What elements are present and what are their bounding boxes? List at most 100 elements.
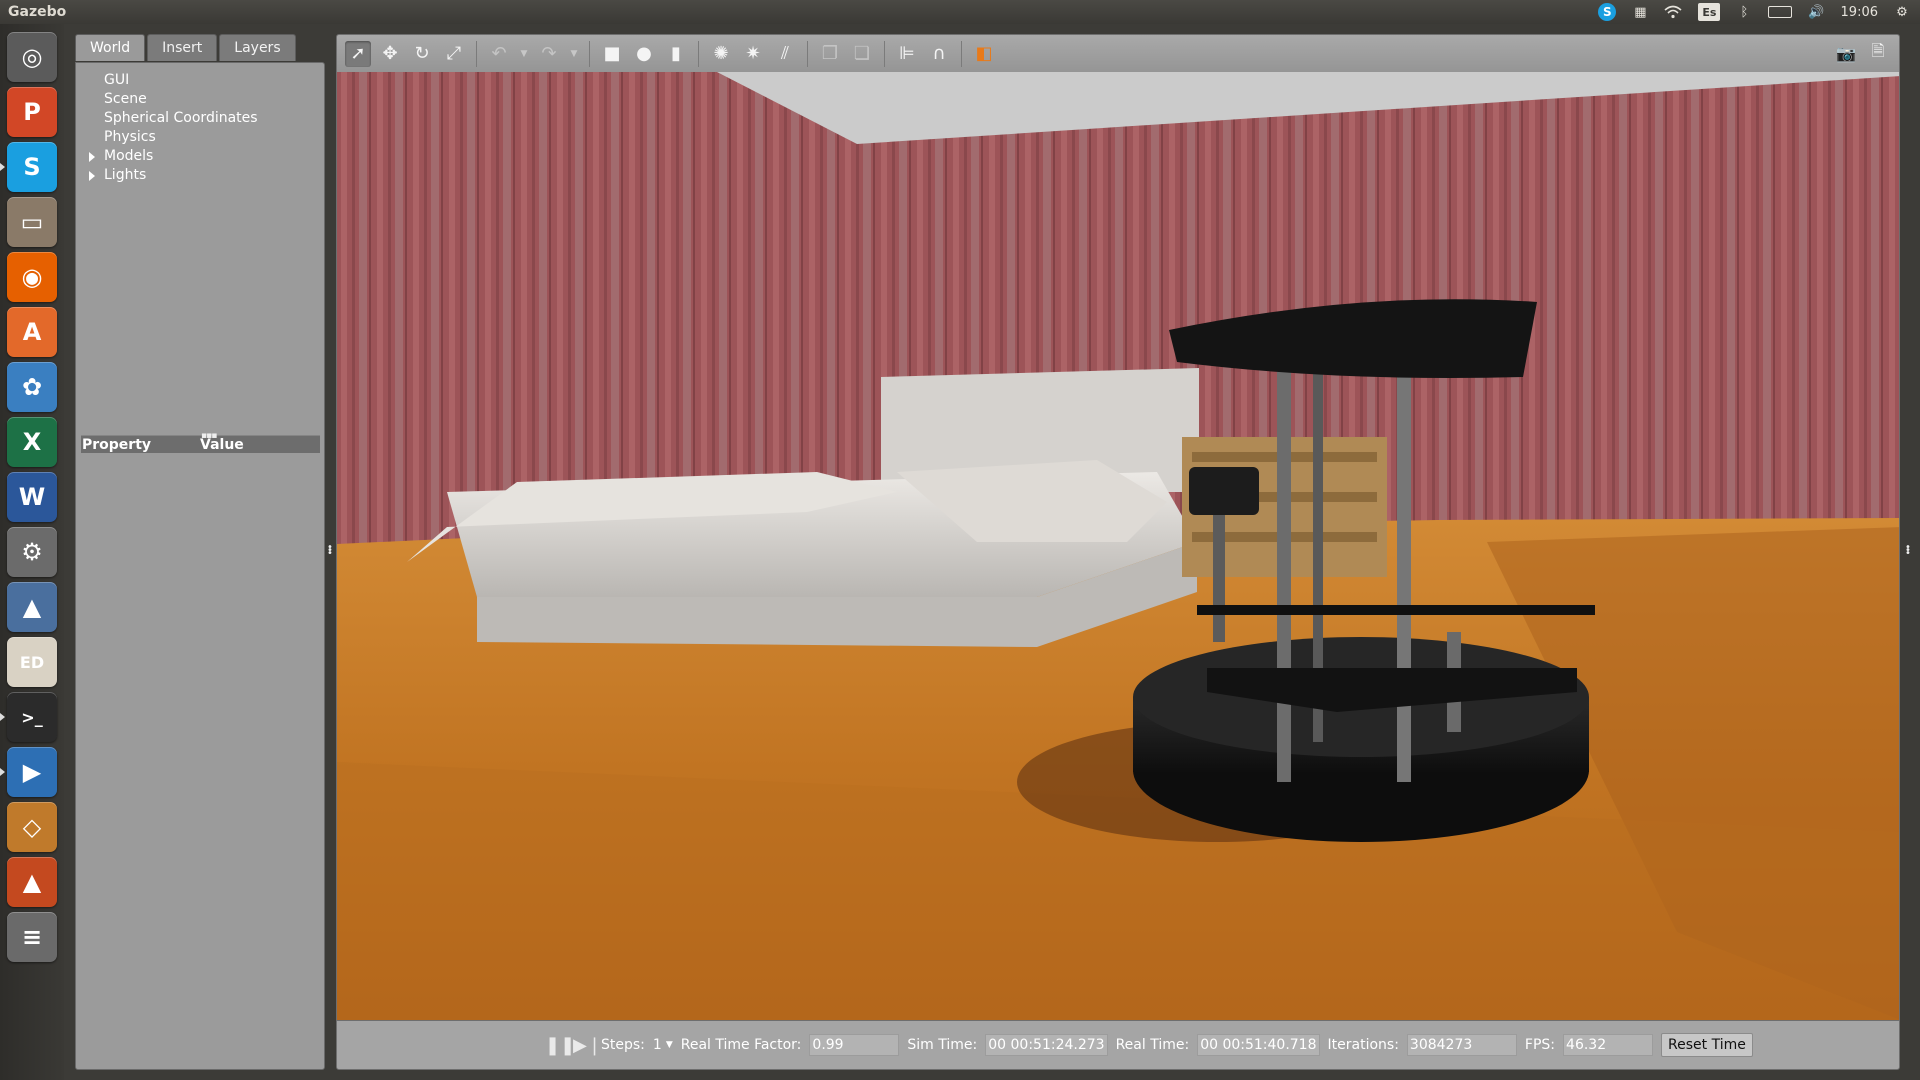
tree-item-label: Lights <box>104 167 147 183</box>
toolbar-separator <box>884 40 885 67</box>
skype-icon[interactable]: S <box>1598 3 1617 21</box>
sphere-shape-icon[interactable]: ● <box>631 41 657 67</box>
translate-mode-icon[interactable]: ✥ <box>377 41 403 67</box>
iterations-value: 3084273 <box>1406 1034 1517 1056</box>
top-panel: Gazebo S ▦ Es ᛒ 🔊 19:06 ⚙ <box>0 0 1920 24</box>
property-table-header: Property ▪▪▪ Value <box>81 431 320 453</box>
snap-icon[interactable]: ∩ <box>926 41 952 67</box>
fps-label: FPS: <box>1524 1037 1556 1053</box>
left-splitter-handle[interactable]: • • • <box>327 543 333 559</box>
tree-item-physics[interactable]: Physics <box>84 128 316 147</box>
excel-icon[interactable]: X <box>7 417 57 467</box>
tree-item-models[interactable]: Models <box>84 147 316 166</box>
property-column-header[interactable]: Property <box>81 437 200 453</box>
right-splitter-handle[interactable]: • • • <box>1905 543 1911 559</box>
toolbar-separator <box>698 40 699 67</box>
panel-tabs: World Insert Layers <box>75 34 325 62</box>
copy-icon[interactable]: ❐ <box>817 41 843 67</box>
terminal-icon[interactable]: >_ <box>0 692 57 742</box>
stacked-apps-icon[interactable]: ≡ <box>7 912 57 962</box>
tree-item-gui[interactable]: GUI <box>84 71 316 90</box>
undo-history-icon[interactable]: ▼ <box>518 41 530 67</box>
redo-icon[interactable]: ↷ <box>536 41 562 67</box>
bluetooth-icon[interactable]: ᛒ <box>1736 3 1752 21</box>
step-icon[interactable]: ▶❘ <box>573 1035 602 1056</box>
toolbar-separator <box>589 40 590 67</box>
app-title: Gazebo <box>8 4 67 20</box>
tab-world[interactable]: World <box>75 34 146 61</box>
workspaces-icon[interactable]: ▦ <box>1632 3 1648 21</box>
clock[interactable]: 19:06 <box>1841 3 1878 21</box>
pause-icon[interactable]: ❚❚ <box>545 1035 575 1056</box>
ubuntu-dash-icon[interactable]: ◎ <box>7 32 57 82</box>
steps-spinbox[interactable]: 1 ▼ <box>653 1037 673 1053</box>
iterations-label: Iterations: <box>1327 1037 1399 1053</box>
files-icon[interactable]: ▭ <box>7 197 57 247</box>
select-mode-icon[interactable]: ➚ <box>345 40 371 67</box>
expand-arrow-icon[interactable] <box>89 171 95 181</box>
tree-item-scene[interactable]: Scene <box>84 90 316 109</box>
reset-time-button[interactable]: Reset Time <box>1661 1033 1753 1057</box>
cylinder-shape-icon[interactable]: ▮ <box>663 41 689 67</box>
powerpoint-icon[interactable]: P <box>7 87 57 137</box>
fps-value: 46.32 <box>1563 1034 1654 1056</box>
keyboard-layout-indicator[interactable]: Es <box>1698 3 1721 21</box>
left-panel: World Insert Layers GUI Scene Spherical … <box>75 34 325 1070</box>
volume-icon[interactable]: 🔊 <box>1808 3 1824 21</box>
point-light-icon[interactable]: ✺ <box>708 41 734 67</box>
3d-viewport[interactable] <box>336 72 1900 1020</box>
rtf-value: 0.99 <box>809 1034 900 1056</box>
sim-time-label: Sim Time: <box>907 1037 978 1053</box>
world-panel: GUI Scene Spherical Coordinates Physics … <box>75 62 325 1070</box>
tree-item-lights[interactable]: Lights <box>84 166 316 185</box>
battery-icon[interactable] <box>1768 6 1793 18</box>
skype-launcher-icon[interactable]: S <box>0 142 57 192</box>
rtf-label: Real Time Factor: <box>680 1037 802 1053</box>
steps-label: Steps: <box>601 1037 645 1053</box>
indicator-area: S ▦ Es ᛒ 🔊 19:06 ⚙ <box>1598 3 1920 21</box>
toolbar-separator <box>807 40 808 67</box>
scale-mode-icon[interactable]: ⤢ <box>441 41 467 67</box>
tree-item-spherical-coordinates[interactable]: Spherical Coordinates <box>84 109 316 128</box>
word-icon[interactable]: W <box>7 472 57 522</box>
paste-icon[interactable]: ❏ <box>849 41 875 67</box>
expand-arrow-icon[interactable] <box>89 152 95 162</box>
undo-icon[interactable]: ↶ <box>486 41 512 67</box>
firefox-icon[interactable]: ◉ <box>7 252 57 302</box>
log-icon[interactable]: 🗎 <box>1865 41 1891 67</box>
tree-item-label: Physics <box>104 129 156 145</box>
align-icon[interactable]: ⊫ <box>894 41 920 67</box>
spot-light-icon[interactable]: ✷ <box>740 41 766 67</box>
system-settings-icon[interactable]: ⚙ <box>7 527 57 577</box>
box-shape-icon[interactable]: ■ <box>599 41 625 67</box>
rotate-mode-icon[interactable]: ↻ <box>409 41 435 67</box>
toolbar: ➚ ✥ ↻ ⤢ ↶ ▼ ↷ ▼ ■ ● ▮ ✺ ✷ ⫽ ❐ ❏ ⊫ ∩ ◧ 📷 … <box>336 34 1900 72</box>
chevron-down-icon[interactable]: ▼ <box>666 1040 673 1050</box>
tab-layers[interactable]: Layers <box>219 34 296 61</box>
settings-gear-icon[interactable]: ⚙ <box>1894 3 1910 21</box>
world-tree: GUI Scene Spherical Coordinates Physics … <box>84 71 316 185</box>
tree-item-label: Scene <box>104 91 147 107</box>
picasa-icon[interactable]: ✿ <box>7 362 57 412</box>
time-panel: ❚❚ ▶❘ Steps: 1 ▼ Real Time Factor: 0.99 S… <box>336 1020 1900 1070</box>
virtualbox-icon[interactable]: ◇ <box>7 802 57 852</box>
pdf-editor-icon[interactable]: ED <box>7 637 57 687</box>
view-angle-icon[interactable]: ◧ <box>971 41 997 67</box>
tab-insert[interactable]: Insert <box>147 34 218 61</box>
column-resize-handle[interactable]: ▪▪▪ <box>201 431 217 441</box>
scene-render <box>337 72 1899 1020</box>
media-player-icon[interactable]: ▶ <box>0 747 57 797</box>
wifi-icon[interactable] <box>1664 3 1682 21</box>
toolbar-separator <box>476 40 477 67</box>
redo-history-icon[interactable]: ▼ <box>568 41 580 67</box>
tree-item-label: GUI <box>104 72 130 88</box>
matlab-icon[interactable]: ▲ <box>7 582 57 632</box>
sim-time-value: 00 00:51:24.273 <box>985 1034 1108 1056</box>
real-time-value: 00 00:51:40.718 <box>1197 1034 1320 1056</box>
software-center-icon[interactable]: A <box>7 307 57 357</box>
steps-value: 1 <box>652 1037 662 1053</box>
matlab-2-icon[interactable]: ▲ <box>7 857 57 907</box>
screenshot-icon[interactable]: 📷 <box>1833 41 1859 67</box>
directional-light-icon[interactable]: ⫽ <box>772 41 798 67</box>
tree-item-label: Spherical Coordinates <box>104 110 258 126</box>
